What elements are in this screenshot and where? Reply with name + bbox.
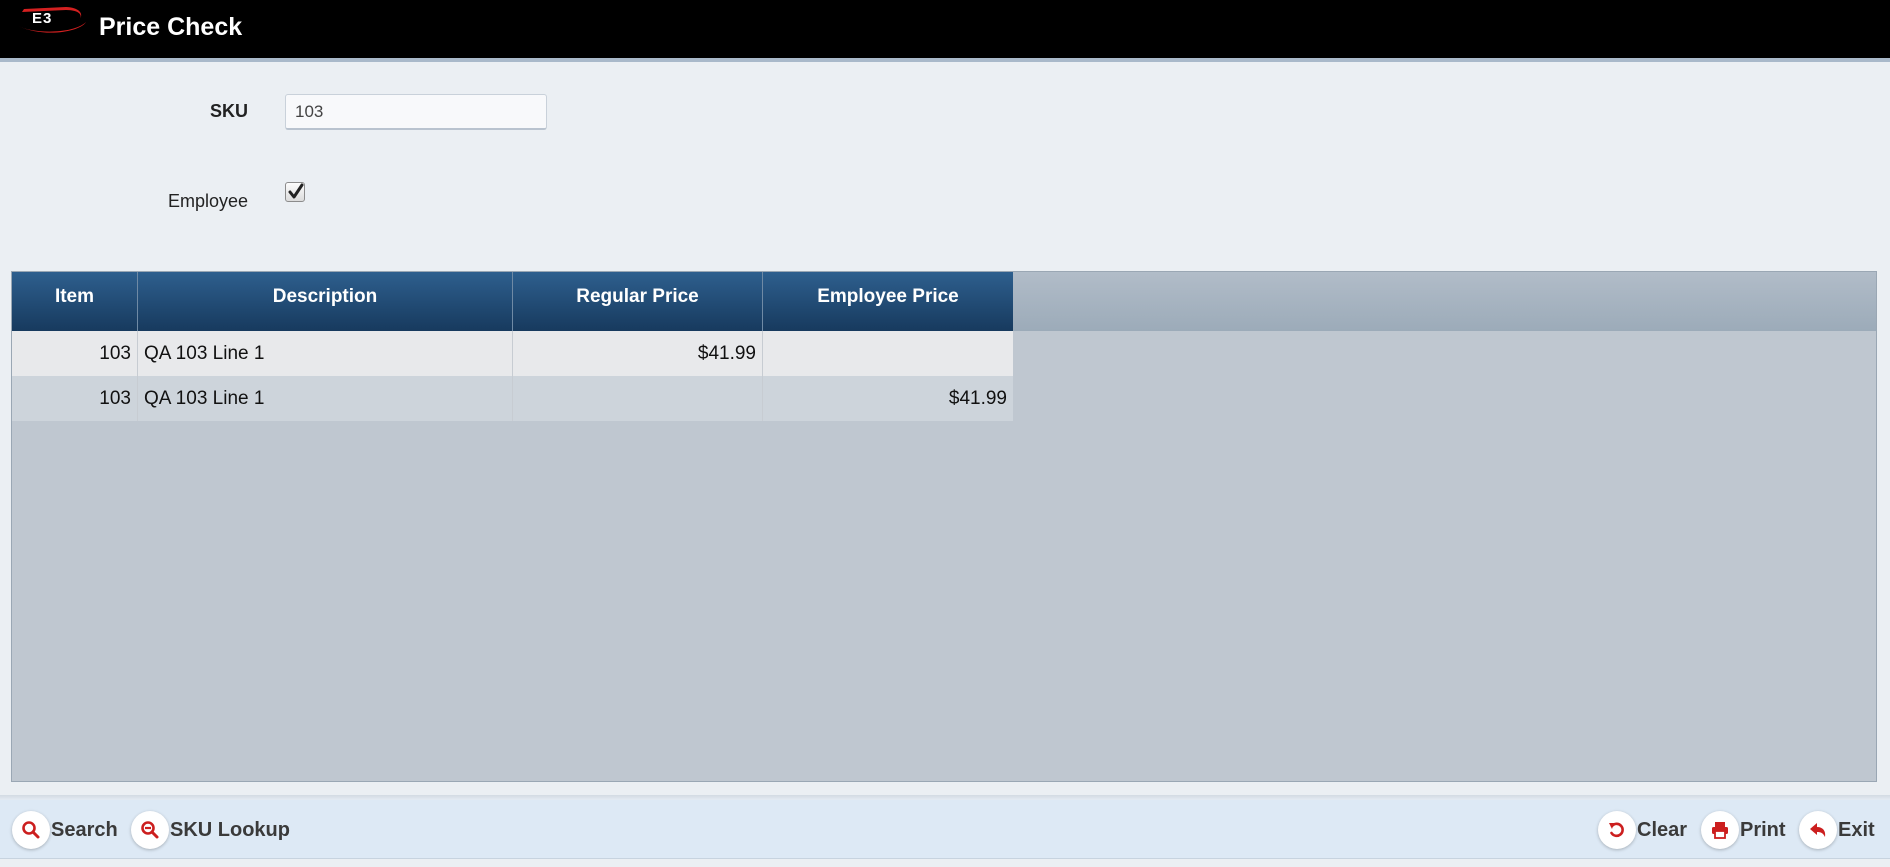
cell-item: 103 [12, 376, 138, 421]
table-row[interactable]: 103 QA 103 Line 1 $41.99 [12, 331, 1013, 376]
employee-checkbox[interactable] [285, 182, 305, 202]
reply-arrow-icon [1799, 811, 1837, 849]
exit-button-label: Exit [1838, 818, 1875, 841]
search-icon [12, 811, 50, 849]
clear-button-label: Clear [1637, 818, 1688, 841]
cell-item: 103 [12, 331, 138, 376]
page-title: Price Check [99, 13, 243, 41]
table-row[interactable]: 103 QA 103 Line 1 $41.99 [12, 376, 1013, 421]
column-header-regular-price[interactable]: Regular Price [513, 272, 763, 331]
grid-header: Item Description Regular Price Employee … [12, 272, 1876, 331]
sku-label: SKU [209, 101, 248, 121]
cell-employee-price: $41.99 [763, 376, 1013, 421]
column-header-description[interactable]: Description [138, 272, 513, 331]
zoom-out-icon [131, 811, 169, 849]
cell-regular-price: $41.99 [513, 331, 763, 376]
search-button-label: Search [51, 818, 118, 841]
e3-logo-icon: E3 [18, 7, 86, 33]
printer-icon [1701, 811, 1739, 849]
sku-lookup-button[interactable]: SKU Lookup [131, 811, 290, 849]
cell-description: QA 103 Line 1 [138, 331, 513, 376]
svg-text:E3: E3 [32, 10, 52, 27]
cell-employee-price [763, 331, 1013, 376]
search-button[interactable]: Search [12, 811, 118, 849]
action-toolbar: Search SKU Lookup Clear Print Exit [0, 800, 1890, 859]
app-header: E3 Price Check [0, 0, 1890, 62]
checkmark-icon [288, 183, 304, 199]
price-grid: Item Description Regular Price Employee … [11, 271, 1877, 782]
clear-button[interactable]: Clear [1598, 811, 1687, 849]
undo-icon [1598, 811, 1636, 849]
employee-label: Employee [167, 191, 248, 211]
column-header-employee-price[interactable]: Employee Price [763, 272, 1013, 331]
exit-button[interactable]: Exit [1799, 811, 1875, 849]
sku-lookup-button-label: SKU Lookup [170, 818, 290, 841]
cell-description: QA 103 Line 1 [138, 376, 513, 421]
print-button-label: Print [1740, 818, 1786, 841]
cell-regular-price [513, 376, 763, 421]
sku-input[interactable] [285, 94, 547, 130]
print-button[interactable]: Print [1701, 811, 1786, 849]
column-header-item[interactable]: Item [12, 272, 138, 331]
